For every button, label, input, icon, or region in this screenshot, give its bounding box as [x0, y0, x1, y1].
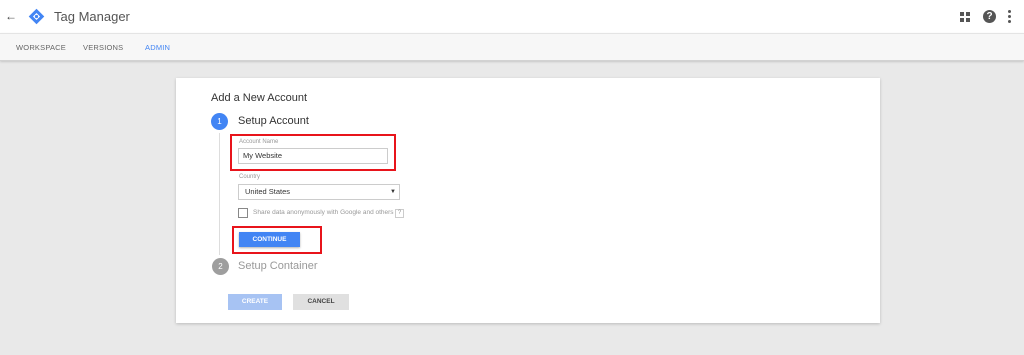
country-value: United States: [245, 187, 291, 196]
info-icon[interactable]: ?: [395, 209, 404, 218]
page-title: Add a New Account: [211, 92, 308, 104]
help-icon[interactable]: ?: [983, 10, 996, 23]
continue-button[interactable]: CONTINUE: [239, 232, 300, 247]
create-button: CREATE: [228, 294, 282, 310]
more-vert-icon[interactable]: [1007, 10, 1011, 23]
step-connector: [219, 133, 220, 255]
dropdown-caret-icon: ▼: [390, 189, 396, 195]
tab-workspace[interactable]: WORKSPACE: [16, 43, 66, 52]
apps-grid-icon[interactable]: [960, 12, 970, 22]
app-title: Tag Manager: [54, 9, 130, 24]
tab-admin[interactable]: ADMIN: [145, 43, 170, 52]
country-label: Country: [239, 174, 261, 180]
step-2-badge: 2: [212, 258, 229, 275]
top-app-bar: ← Tag Manager ?: [0, 0, 1024, 33]
step-1-badge: 1: [211, 113, 228, 130]
cancel-button[interactable]: CANCEL: [293, 294, 349, 310]
tab-bar: WORKSPACE VERSIONS ADMIN: [0, 33, 1024, 61]
back-arrow-icon[interactable]: ←: [4, 9, 18, 23]
share-data-label: Share data anonymously with Google and o…: [253, 209, 394, 216]
share-data-checkbox[interactable]: [238, 208, 248, 218]
tab-versions[interactable]: VERSIONS: [83, 43, 123, 52]
step-1-label: Setup Account: [238, 115, 309, 127]
account-name-label: Account Name: [239, 139, 279, 145]
step-2-label: Setup Container: [238, 260, 318, 272]
tag-manager-logo-icon: [28, 8, 45, 25]
account-name-input[interactable]: My Website: [238, 148, 388, 164]
new-account-card: Add a New Account 1 Setup Account Accoun…: [176, 78, 880, 323]
country-select[interactable]: United States ▼: [238, 184, 400, 200]
